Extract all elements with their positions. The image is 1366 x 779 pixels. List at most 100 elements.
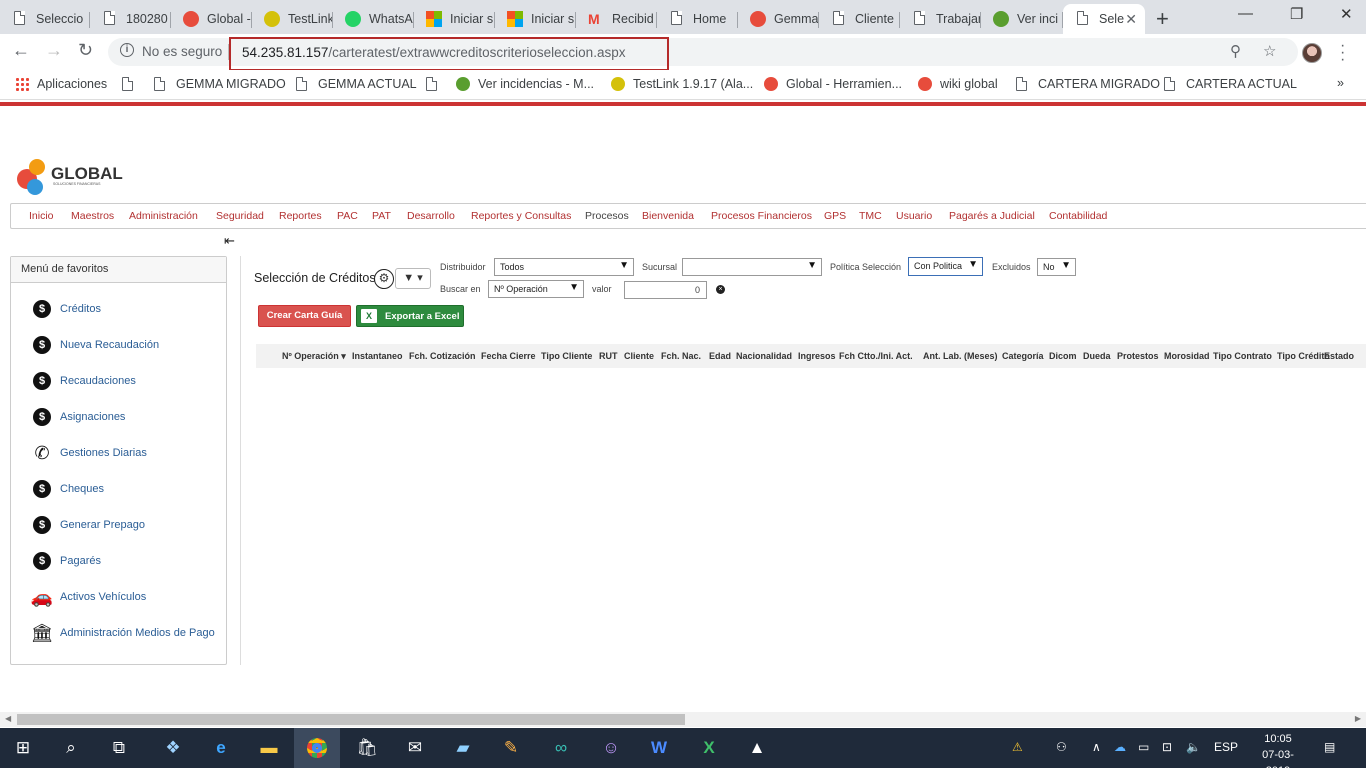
bookmark-item[interactable] (426, 77, 448, 91)
bookmark-item[interactable]: CARTERA MIGRADO (1016, 77, 1160, 91)
paint-icon[interactable]: ✎ (488, 728, 534, 768)
store-icon[interactable]: 🛍 (344, 728, 390, 768)
minimize-button[interactable]: — (1238, 5, 1253, 22)
grid-column-header[interactable]: Tipo Crédito (1277, 351, 1330, 361)
grid-column-header[interactable]: Fch. Nac. (661, 351, 701, 361)
edge-icon[interactable]: e (198, 728, 244, 768)
grid-column-header[interactable]: Dicom (1049, 351, 1077, 361)
grid-column-header[interactable]: Dueda (1083, 351, 1111, 361)
favorite-item[interactable]: $ Nueva Recaudación (29, 333, 219, 357)
nav-item[interactable]: Seguridad (216, 210, 264, 222)
word-icon[interactable]: W (636, 728, 682, 768)
grid-column-header[interactable]: Cliente (624, 351, 654, 361)
battery-icon[interactable]: ▭ (1138, 740, 1149, 754)
nav-item[interactable]: Usuario (896, 210, 932, 222)
nav-item[interactable]: Procesos Financieros (711, 210, 812, 222)
grid-column-header[interactable]: RUT (599, 351, 618, 361)
browser-tab[interactable]: 180280 (90, 4, 171, 34)
browser-tab[interactable]: WhatsA (333, 4, 414, 34)
grid-column-header[interactable]: Fch. Cotización (409, 351, 476, 361)
onedrive-icon[interactable]: ☁ (1114, 740, 1126, 754)
nav-item[interactable]: Contabilidad (1049, 210, 1107, 222)
scrollbar-thumb[interactable] (17, 714, 685, 725)
grid-column-header[interactable]: Estado (1324, 351, 1354, 361)
browser-tab[interactable]: Trabajar (900, 4, 981, 34)
reload-button[interactable]: ↻ (78, 40, 93, 61)
notifications-icon[interactable]: ▤ (1324, 740, 1335, 754)
arduino-icon[interactable]: ∞ (538, 728, 584, 768)
grid-column-header[interactable]: Edad (709, 351, 731, 361)
info-icon[interactable]: i (120, 43, 134, 57)
distribuidor-select[interactable]: Todos ▼ (494, 258, 634, 276)
grid-column-header[interactable]: Categoría (1002, 351, 1044, 361)
grid-column-header[interactable]: Morosidad (1164, 351, 1210, 361)
bookmark-item[interactable]: Aplicaciones (15, 77, 107, 91)
nav-item[interactable]: TMC (859, 210, 882, 222)
nav-item[interactable]: Inicio (29, 210, 54, 222)
task-view-icon[interactable]: ⧉ (96, 728, 142, 768)
menu-kebab-icon[interactable]: · · · (1340, 38, 1345, 68)
back-button[interactable]: ← (12, 40, 30, 61)
favorite-item[interactable]: $ Generar Prepago (29, 513, 219, 537)
warning-icon[interactable]: ⚠ (1012, 740, 1023, 754)
bookmark-item[interactable]: Global - Herramien... (764, 77, 902, 91)
favorite-item[interactable]: $ Cheques (29, 477, 219, 501)
bookmark-item[interactable]: GEMMA ACTUAL (296, 77, 417, 91)
profile-avatar[interactable] (1302, 43, 1322, 63)
bookmark-star-icon[interactable]: ☆ (1263, 42, 1276, 60)
close-tab-icon[interactable]: ✕ (1125, 11, 1137, 28)
favorite-item[interactable]: $ Pagarés (29, 549, 219, 573)
favorite-item[interactable]: ✆ Gestiones Diarias (29, 441, 219, 465)
browser-tab[interactable]: Global - (171, 4, 252, 34)
scroll-left-icon[interactable]: ◀ (5, 714, 11, 723)
browser-tab[interactable]: Iniciar s (414, 4, 495, 34)
grid-column-header[interactable]: Tipo Cliente (541, 351, 592, 361)
nav-item[interactable]: Reportes (279, 210, 322, 222)
grid-column-header[interactable]: Instantaneo (352, 351, 403, 361)
browser-tab[interactable]: M Recibid (576, 4, 657, 34)
new-tab-button[interactable]: + (1156, 6, 1169, 32)
browser-tab[interactable]: TestLink (252, 4, 333, 34)
browser-tab[interactable]: Seleccio (0, 4, 90, 34)
nav-item[interactable]: GPS (824, 210, 846, 222)
browser-tab[interactable]: Iniciar s (495, 4, 576, 34)
grid-column-header[interactable]: Nº Operación ▾ (282, 351, 346, 362)
browser-tab[interactable]: Ver inci (981, 4, 1063, 34)
photos-icon[interactable]: ▲ (734, 728, 780, 768)
bookmark-item[interactable]: GEMMA MIGRADO (154, 77, 286, 91)
nav-item[interactable]: Reportes y Consultas (471, 210, 571, 222)
grid-column-header[interactable]: Ingresos (798, 351, 836, 361)
scroll-right-icon[interactable]: ▶ (1355, 714, 1361, 723)
nav-item[interactable]: PAT (372, 210, 391, 222)
nav-item[interactable]: Procesos (585, 210, 629, 222)
collapse-sidebar-icon[interactable]: ⇤ (224, 233, 235, 249)
language-indicator[interactable]: ESP (1214, 740, 1238, 754)
zoom-icon[interactable]: ⚲ (1230, 42, 1241, 60)
favorite-item[interactable]: $ Recaudaciones (29, 369, 219, 393)
bookmark-item[interactable]: TestLink 1.9.17 (Ala... (611, 77, 753, 91)
filter-dropdown-button[interactable]: ▼ ▾ (395, 268, 431, 289)
people-icon[interactable]: ⚇ (1056, 740, 1067, 754)
browser-tab[interactable]: Gemma (738, 4, 819, 34)
grid-column-header[interactable]: Protestos (1117, 351, 1159, 361)
grid-column-header[interactable]: Ant. Lab. (Meses) (923, 351, 998, 361)
maximize-button[interactable]: ❐ (1290, 5, 1303, 23)
grid-column-header[interactable]: Fch Ctto./Ini. Act. (839, 351, 913, 361)
favorite-item[interactable]: $ Asignaciones (29, 405, 219, 429)
favorite-item[interactable]: $ Créditos (29, 297, 219, 321)
bookmark-item[interactable]: wiki global (918, 77, 998, 91)
politica-select[interactable]: Con Politica ▼ (908, 257, 983, 276)
nav-item[interactable]: Desarrollo (407, 210, 455, 222)
volume-icon[interactable]: 🔈 (1186, 740, 1201, 754)
bookmark-item[interactable]: Ver incidencias - M... (456, 77, 594, 91)
close-window-button[interactable]: ✕ (1340, 5, 1353, 23)
clear-icon[interactable]: × (716, 285, 725, 294)
nav-item[interactable]: Bienvenida (642, 210, 694, 222)
nav-item[interactable]: Maestros (71, 210, 114, 222)
crear-carta-guia-button[interactable]: Crear Carta Guía (258, 305, 351, 327)
favorite-item[interactable]: 🚗 Activos Vehículos (29, 585, 219, 609)
network-icon[interactable]: ⊡ (1162, 740, 1172, 754)
tray-chevron-up-icon[interactable]: ∧ (1092, 740, 1101, 754)
browser-tab[interactable]: Home (657, 4, 738, 34)
horizontal-scrollbar[interactable]: ◀ ▶ (0, 712, 1366, 727)
